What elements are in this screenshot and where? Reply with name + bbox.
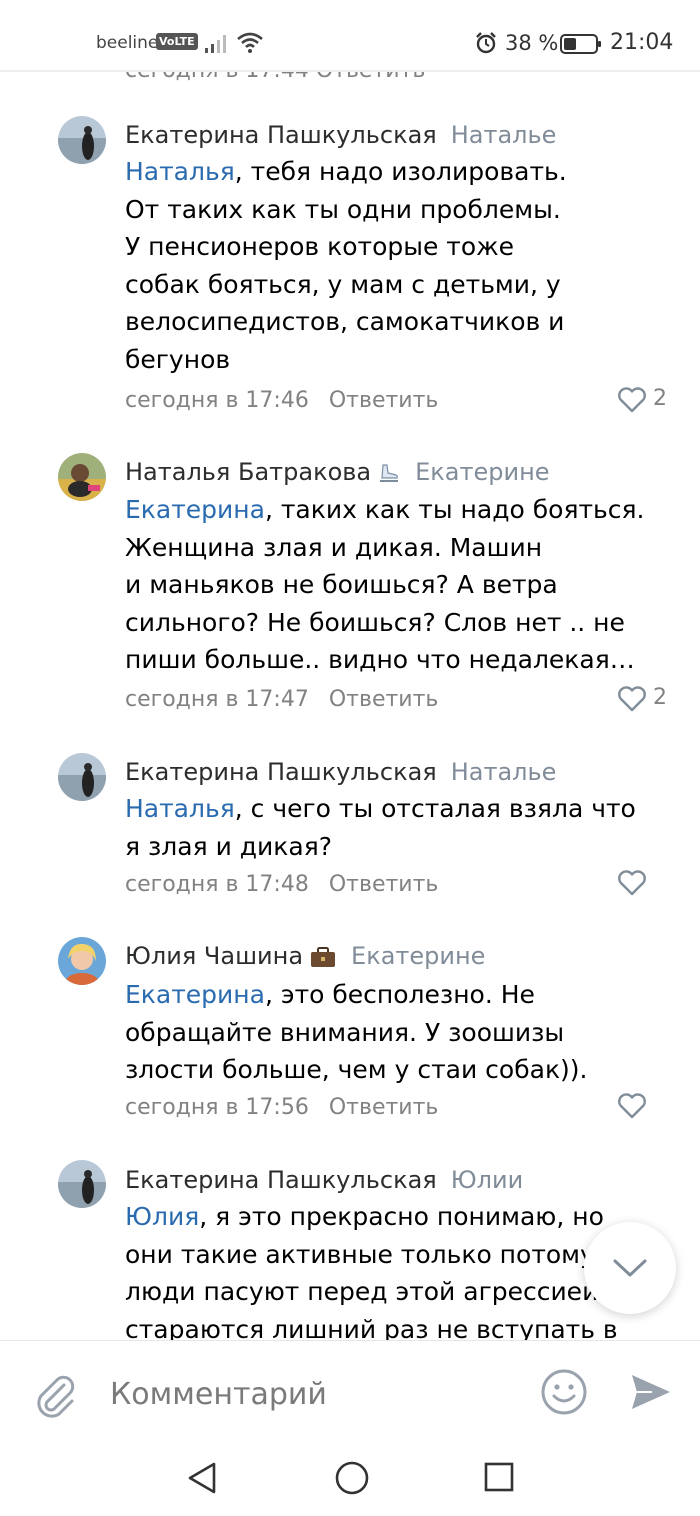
comment-meta: сегодня в 17:48 Ответить — [125, 872, 438, 897]
status-divider — [0, 70, 700, 72]
comment-text: Наталья, тебя надо изолировать. От таких… — [125, 157, 567, 374]
paperclip-icon[interactable] — [32, 1371, 80, 1419]
emoji-icon[interactable] — [539, 1367, 589, 1417]
battery-percent: 38 % — [505, 31, 559, 55]
back-icon[interactable] — [184, 1458, 220, 1498]
comment-time: сегодня в 17:47 — [125, 687, 309, 712]
home-icon[interactable] — [332, 1458, 372, 1498]
author-name[interactable]: Екатерина Пашкульская — [125, 121, 437, 149]
chevron-down-icon — [613, 1259, 647, 1277]
comment-header: Екатерина Пашкульская Наталье — [125, 121, 556, 149]
author-name[interactable]: Наталья Батракова — [125, 458, 371, 486]
avatar[interactable] — [58, 937, 106, 985]
reply-to-label[interactable]: Наталье — [451, 758, 557, 786]
skate-icon — [380, 464, 399, 482]
reply-button[interactable]: Ответить — [329, 388, 439, 413]
scroll-down-button[interactable] — [584, 1222, 676, 1314]
mention-link[interactable]: Екатерина — [125, 495, 265, 524]
comment-meta: сегодня в 17:47 Ответить — [125, 687, 438, 712]
avatar[interactable] — [58, 453, 106, 501]
comment-header: Екатерина Пашкульская Юлии — [125, 1166, 523, 1194]
avatar[interactable] — [58, 1160, 106, 1208]
reply-button[interactable]: Ответить — [329, 687, 439, 712]
author-name[interactable]: Екатерина Пашкульская — [125, 1166, 437, 1194]
reply-to-label[interactable]: Юлии — [451, 1166, 523, 1194]
like-count: 2 — [653, 386, 667, 411]
mention-link[interactable]: Наталья — [125, 794, 235, 823]
like-button[interactable]: 2 — [617, 385, 669, 415]
like-count: 2 — [653, 685, 667, 710]
avatar[interactable] — [58, 116, 106, 164]
reply-button[interactable]: Ответить — [329, 872, 439, 897]
author-name[interactable]: Юлия Чашина — [125, 942, 303, 970]
alarm-icon — [476, 32, 496, 54]
mention-link[interactable]: Наталья — [125, 157, 235, 186]
comment-input[interactable] — [110, 1369, 510, 1419]
wifi-icon — [237, 32, 263, 53]
mention-link[interactable]: Екатерина — [125, 980, 265, 1009]
battery-icon — [560, 34, 601, 54]
comment-time: сегодня в 17:56 — [125, 1095, 309, 1120]
comment-meta: сегодня в 17:46 Ответить — [125, 388, 438, 413]
comment-composer — [0, 1340, 700, 1446]
comment-meta: сегодня в 17:56 Ответить — [125, 1095, 438, 1120]
reply-to-label[interactable]: Екатерине — [351, 942, 485, 970]
send-icon[interactable] — [628, 1369, 674, 1415]
reply-button[interactable]: Ответить — [329, 1095, 439, 1120]
author-name[interactable]: Екатерина Пашкульская — [125, 758, 437, 786]
heart-icon — [618, 686, 646, 712]
comment-header: Юлия Чашина Екатерине — [125, 942, 485, 970]
like-button[interactable]: 2 — [617, 684, 669, 714]
reply-to-label[interactable]: Екатерине — [415, 458, 549, 486]
comment-text: Наталья, с чего ты отсталая взяла что я … — [125, 794, 636, 861]
clock: 21:04 — [610, 30, 674, 55]
briefcase-icon — [311, 947, 336, 967]
system-nav-bar — [0, 1446, 700, 1516]
avatar[interactable] — [58, 753, 106, 801]
like-button[interactable] — [617, 868, 669, 898]
heart-icon — [618, 870, 646, 896]
comment-text: Екатерина, таких как ты надо бояться. Же… — [125, 495, 645, 675]
comment-header: Наталья Батракова Екатерине — [125, 458, 550, 486]
comment-time: сегодня в 17:46 — [125, 388, 309, 413]
comment-time: сегодня в 17:48 — [125, 872, 309, 897]
comment-header: Екатерина Пашкульская Наталье — [125, 758, 556, 786]
reply-to-label[interactable]: Наталье — [451, 121, 557, 149]
volte-badge: VoLTE — [156, 33, 198, 50]
heart-icon — [618, 387, 646, 413]
comment-text: Екатерина, это бесполезно. Не обращайте … — [125, 980, 588, 1085]
status-bar: beeline VoLTE 38 % 21:04 — [0, 0, 700, 72]
heart-icon — [618, 1093, 646, 1119]
mention-link[interactable]: Юлия — [125, 1202, 199, 1231]
like-button[interactable] — [617, 1091, 669, 1121]
carrier-label: beeline — [96, 33, 159, 53]
signal-icon — [205, 35, 226, 53]
recent-apps-icon[interactable] — [482, 1460, 516, 1494]
